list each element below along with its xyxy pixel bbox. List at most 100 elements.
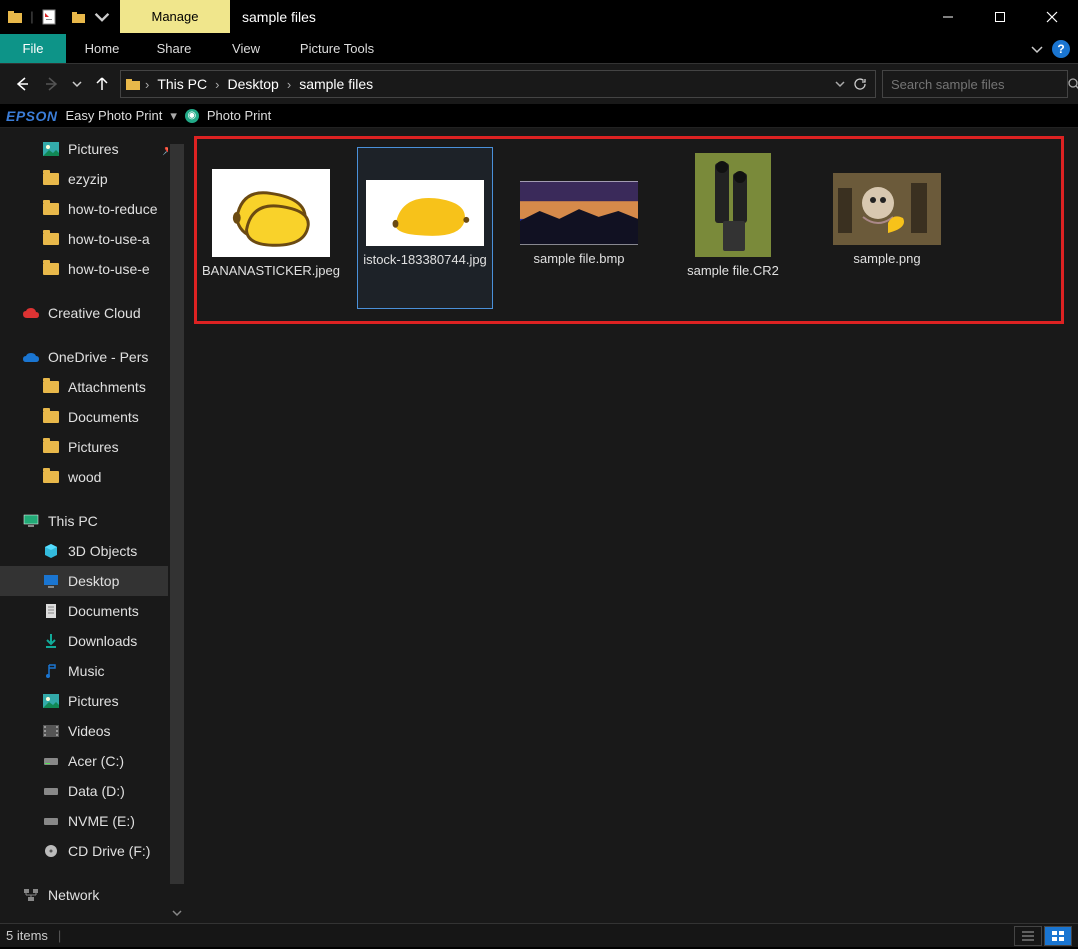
sidebar-item-label: Acer (C:) bbox=[68, 753, 124, 769]
ribbon-tab-share[interactable]: Share bbox=[138, 34, 210, 63]
sidebar-item-drive-d[interactable]: Data (D:) bbox=[0, 776, 186, 806]
sidebar-item-label: Desktop bbox=[68, 573, 119, 589]
sidebar-item-onedrive[interactable]: OneDrive - Pers bbox=[0, 342, 186, 372]
scroll-down-icon[interactable] bbox=[168, 903, 186, 923]
ribbon-tab-home[interactable]: Home bbox=[66, 34, 138, 63]
search-box[interactable] bbox=[882, 70, 1068, 98]
desktop-icon bbox=[42, 572, 60, 590]
sidebar-item-downloads[interactable]: Downloads bbox=[0, 626, 186, 656]
search-icon[interactable] bbox=[1067, 77, 1078, 91]
sidebar-item-music[interactable]: Music bbox=[0, 656, 186, 686]
file-item[interactable]: BANANASTICKER.jpeg bbox=[203, 147, 339, 309]
sidebar-item-drive-c[interactable]: Acer (C:) bbox=[0, 746, 186, 776]
cd-drive-icon bbox=[42, 842, 60, 860]
chevron-right-icon[interactable]: › bbox=[215, 77, 219, 92]
maximize-button[interactable] bbox=[974, 0, 1026, 34]
qat-customize-dropdown[interactable] bbox=[94, 1, 110, 33]
sidebar-item-label: ezyzip bbox=[68, 171, 108, 187]
address-bar[interactable]: › This PC › Desktop › sample files bbox=[120, 70, 876, 98]
qat-properties-icon[interactable] bbox=[34, 1, 64, 33]
ribbon-expand-icon[interactable] bbox=[1030, 42, 1044, 56]
sidebar-item-label: Documents bbox=[68, 603, 139, 619]
epson-easy-photo-print[interactable]: Easy Photo Print bbox=[66, 108, 163, 123]
chevron-right-icon[interactable]: › bbox=[287, 77, 291, 92]
epson-photo-print[interactable]: Photo Print bbox=[207, 108, 271, 123]
sidebar-item-folder[interactable]: how-to-use-a bbox=[0, 224, 186, 254]
sidebar-item-this-pc[interactable]: This PC bbox=[0, 506, 186, 536]
file-item[interactable]: sample file.CR2 bbox=[665, 147, 801, 309]
sidebar-item-drive-e[interactable]: NVME (E:) bbox=[0, 806, 186, 836]
drive-icon bbox=[42, 782, 60, 800]
sidebar-item-documents[interactable]: Documents bbox=[0, 402, 186, 432]
sidebar-item-attachments[interactable]: Attachments bbox=[0, 372, 186, 402]
downloads-icon bbox=[42, 632, 60, 650]
breadcrumb-desktop[interactable]: Desktop bbox=[223, 76, 282, 92]
sidebar-item-label: Pictures bbox=[68, 141, 119, 157]
sidebar-item-label: Pictures bbox=[68, 439, 119, 455]
sidebar-item-folder[interactable]: how-to-use-e bbox=[0, 254, 186, 284]
ribbon-file-tab[interactable]: File bbox=[0, 34, 66, 63]
nav-forward-button[interactable] bbox=[40, 72, 64, 96]
file-label: istock-183380744.jpg bbox=[363, 252, 487, 286]
nav-recent-dropdown[interactable] bbox=[70, 72, 84, 96]
folder-icon bbox=[42, 170, 60, 188]
sidebar-item-label: how-to-use-e bbox=[68, 261, 150, 277]
nav-scrollbar[interactable] bbox=[168, 128, 186, 903]
sidebar-item-cd-drive[interactable]: CD Drive (F:) bbox=[0, 836, 186, 866]
scroll-thumb[interactable] bbox=[170, 144, 184, 884]
sidebar-item-3d-objects[interactable]: 3D Objects bbox=[0, 536, 186, 566]
photo-print-icon: ◉ bbox=[185, 109, 199, 123]
sidebar-item-ezyzip[interactable]: ezyzip bbox=[0, 164, 186, 194]
sidebar-item-network[interactable]: Network bbox=[0, 880, 186, 910]
sidebar-item-creative-cloud[interactable]: Creative Cloud bbox=[0, 298, 186, 328]
sidebar-item-thispc-pictures[interactable]: Pictures bbox=[0, 686, 186, 716]
address-history-dropdown[interactable] bbox=[835, 79, 845, 89]
drive-icon bbox=[42, 812, 60, 830]
quick-access-folder-icon[interactable] bbox=[0, 1, 30, 33]
file-item[interactable]: istock-183380744.jpg bbox=[357, 147, 493, 309]
view-details-button[interactable] bbox=[1014, 926, 1042, 946]
nav-back-button[interactable] bbox=[10, 72, 34, 96]
folder-icon bbox=[125, 76, 141, 92]
search-input[interactable] bbox=[891, 77, 1067, 92]
pictures-icon bbox=[42, 140, 60, 158]
ribbon-tab-view[interactable]: View bbox=[210, 34, 282, 63]
help-icon[interactable]: ? bbox=[1052, 40, 1070, 58]
sidebar-item-pictures[interactable]: Pictures bbox=[0, 432, 186, 462]
qat-new-folder-icon[interactable] bbox=[64, 1, 94, 33]
sidebar-item-wood[interactable]: wood bbox=[0, 462, 186, 492]
sidebar-item-videos[interactable]: Videos bbox=[0, 716, 186, 746]
documents-icon bbox=[42, 602, 60, 620]
sidebar-item-label: Music bbox=[68, 663, 105, 679]
close-button[interactable] bbox=[1026, 0, 1078, 34]
folder-icon bbox=[42, 408, 60, 426]
sidebar-item-label: how-to-reduce bbox=[68, 201, 158, 217]
breadcrumb-sample-files[interactable]: sample files bbox=[295, 76, 377, 92]
file-item[interactable]: sample.png bbox=[819, 147, 955, 309]
sidebar-item-pictures[interactable]: Pictures 📌 bbox=[0, 134, 186, 164]
sidebar-item-label: Network bbox=[48, 887, 99, 903]
ribbon-tab-picture-tools[interactable]: Picture Tools bbox=[282, 34, 392, 63]
sidebar-item-label: CD Drive (F:) bbox=[68, 843, 150, 859]
sidebar-item-folder[interactable]: how-to-reduce bbox=[0, 194, 186, 224]
folder-icon bbox=[42, 230, 60, 248]
navigation-pane[interactable]: Pictures 📌 ezyzip how-to-reduce how-to-u… bbox=[0, 128, 186, 923]
chevron-right-icon[interactable]: › bbox=[145, 77, 149, 92]
minimize-button[interactable] bbox=[922, 0, 974, 34]
status-item-count: 5 items bbox=[6, 928, 48, 943]
file-list-pane[interactable]: BANANASTICKER.jpeg istock-183380744.jpg bbox=[186, 128, 1078, 923]
breadcrumb-this-pc[interactable]: This PC bbox=[153, 76, 211, 92]
3d-objects-icon bbox=[42, 542, 60, 560]
refresh-icon[interactable] bbox=[853, 77, 867, 91]
sidebar-item-label: NVME (E:) bbox=[68, 813, 135, 829]
file-item[interactable]: sample file.bmp bbox=[511, 147, 647, 309]
drive-icon bbox=[42, 752, 60, 770]
nav-up-button[interactable] bbox=[90, 72, 114, 96]
view-thumbnails-button[interactable] bbox=[1044, 926, 1072, 946]
sidebar-item-desktop[interactable]: Desktop bbox=[0, 566, 186, 596]
sidebar-item-label: OneDrive - Pers bbox=[48, 349, 148, 365]
sidebar-item-documents[interactable]: Documents bbox=[0, 596, 186, 626]
context-tab-manage[interactable]: Manage bbox=[120, 0, 230, 33]
dropdown-icon[interactable]: ▾ bbox=[170, 108, 177, 124]
folder-icon bbox=[42, 378, 60, 396]
